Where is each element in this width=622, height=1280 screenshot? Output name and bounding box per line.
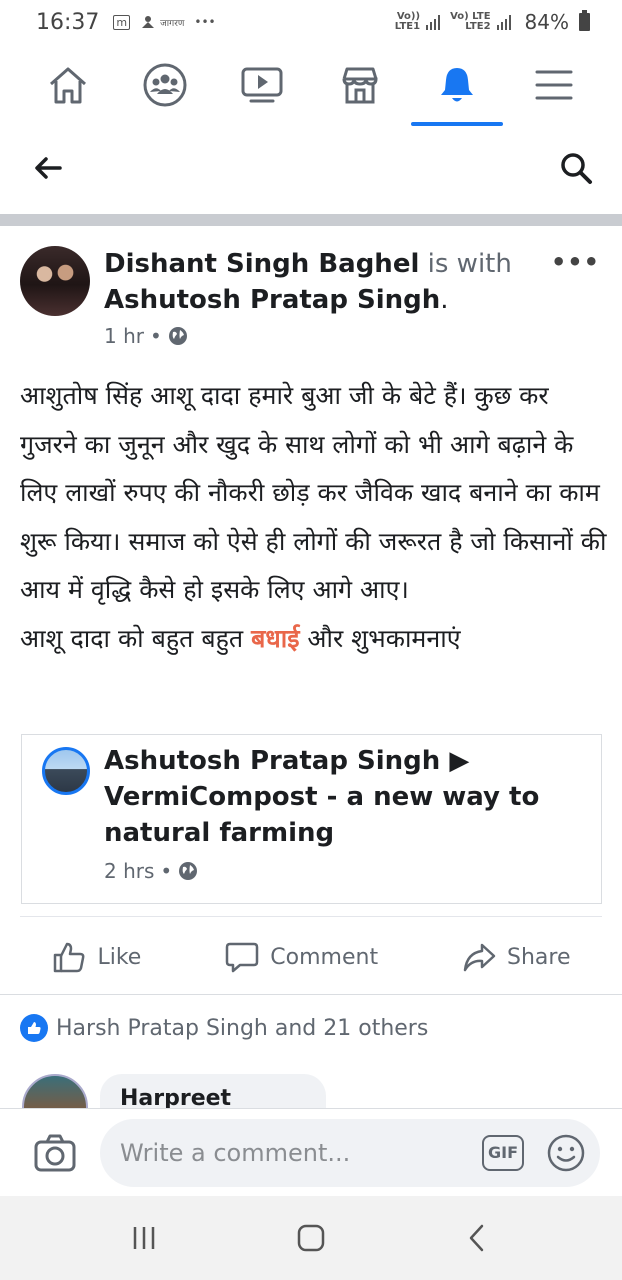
back-button[interactable] [30,150,66,190]
notification-m-icon: m [113,14,131,30]
section-divider [0,214,622,226]
tab-notifications[interactable] [410,44,503,126]
page-header [0,126,622,214]
globe-icon [168,327,187,345]
post-meta: 1 hr • [104,324,188,348]
tab-home[interactable] [22,44,114,126]
comment-input[interactable]: Write a comment... GIF [100,1118,600,1187]
notification-jagran-icon: जागरण [140,14,184,30]
marketplace-icon [342,67,378,104]
reactions-divider [0,994,622,995]
thumbs-up-icon [54,942,85,973]
notifications-icon [440,68,473,102]
menu-icon [535,70,573,100]
battery-percent: 84% [524,10,569,34]
system-nav-bar [0,1196,622,1280]
recent-apps-icon[interactable] [127,1221,161,1255]
author-line: Dishant Singh Baghel is with Ashutosh Pr… [104,249,512,315]
shared-author-avatar[interactable] [42,747,90,795]
shared-post-title[interactable]: Ashutosh Pratap Singh ▶ VermiCompost - a… [104,743,584,851]
groups-icon [143,63,187,107]
post-body: आशुतोष सिंह आशू दादा हमारे बुआ जी के बेट… [20,381,607,604]
comment-composer: Write a comment... GIF [0,1108,622,1196]
commenter-name[interactable]: Harpreet Singh [120,1086,231,1108]
post-body-line2: आशू दादा को बहुत बहुत बधाई और शुभकामनाएं [20,623,461,653]
status-time: 16:37 [36,9,100,35]
comment-button[interactable]: Comment [224,939,378,975]
highlight-word: बधाई [251,623,300,653]
comment-list: Harpreet Singh [0,1074,622,1108]
signal-2-icon [496,14,511,30]
reactions-text: Harsh Pratap Singh and 21 others [56,1015,429,1041]
author-avatar[interactable] [20,246,90,316]
tab-groups[interactable] [119,44,211,126]
jagran-logo-icon [142,16,155,28]
shared-post-meta: 2 hrs • [104,859,198,883]
home-button-icon[interactable] [294,1221,328,1255]
network-1: Vo)) LTE1 [394,11,421,32]
status-indicators: Vo)) LTE1 Vo) LTE LTE2 84% [395,10,590,34]
network-2: Vo) LTE LTE2 [450,11,491,32]
with-text: is with [427,249,512,279]
commenter-avatar[interactable] [22,1074,88,1108]
search-button[interactable] [558,150,594,190]
comment-icon [226,942,259,973]
notification-more-icon: ••• [194,15,216,29]
post-actions: Like Comment Share [0,926,622,988]
post-header: Dishant Singh Baghel is with Ashutosh Pr… [20,240,610,360]
gif-button[interactable]: GIF [482,1134,524,1171]
signal-1-icon [426,14,441,30]
share-icon [463,943,496,972]
tagged-name[interactable]: Ashutosh Pratap Singh [104,285,440,315]
globe-icon [179,862,198,880]
back-nav-icon[interactable] [461,1221,495,1255]
home-icon [50,67,86,104]
action-divider [20,916,602,917]
comment-bubble[interactable]: Harpreet Singh [100,1074,326,1108]
comment-placeholder: Write a comment... [120,1138,351,1167]
back-arrow-icon [35,157,62,179]
share-button[interactable]: Share [461,939,571,975]
tab-menu[interactable] [508,44,600,126]
status-notifications: m जागरण ••• [113,14,216,30]
tab-marketplace[interactable] [314,44,406,126]
shared-post-card[interactable]: Ashutosh Pratap Singh ▶ VermiCompost - a… [21,734,602,904]
more-options-icon[interactable]: ••• [551,248,600,276]
shared-post-time[interactable]: 2 hrs [104,859,154,883]
battery-icon [579,10,590,31]
tab-watch[interactable] [216,44,308,126]
emoji-icon[interactable] [546,1133,586,1173]
camera-icon[interactable] [32,1130,78,1176]
search-icon [561,153,592,184]
watch-icon [241,67,283,103]
post-time[interactable]: 1 hr [104,324,144,348]
status-bar: 16:37 m जागरण ••• Vo)) LTE1 Vo) LTE LTE2… [0,0,622,44]
post-text: आशुतोष सिंह आशू दादा हमारे बुआ जी के बेट… [20,372,610,663]
main-nav [0,44,622,126]
reactions-summary[interactable]: Harsh Pratap Singh and 21 others [20,1014,428,1042]
author-name[interactable]: Dishant Singh Baghel [104,249,419,279]
like-button[interactable]: Like [51,939,141,975]
like-reaction-icon [20,1014,48,1042]
